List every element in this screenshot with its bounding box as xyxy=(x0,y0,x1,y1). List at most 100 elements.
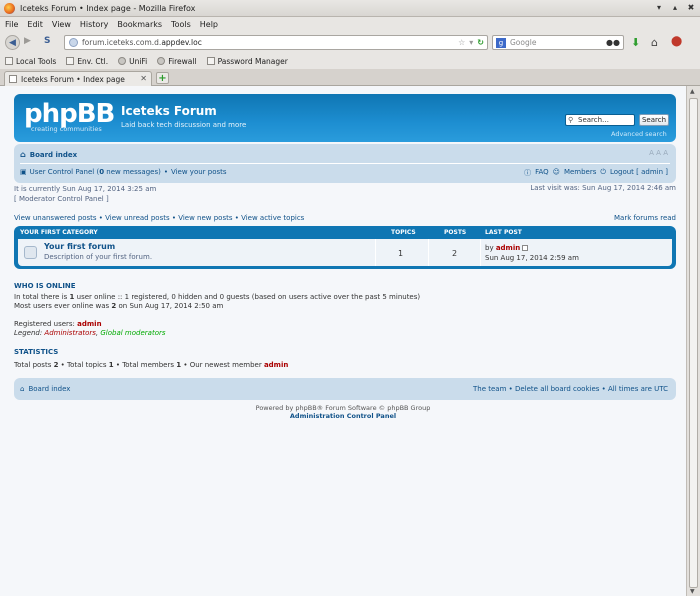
download-arrow-icon[interactable]: ⬇ xyxy=(631,36,640,49)
forward-button[interactable]: ▶ xyxy=(24,36,31,46)
minimize-icon[interactable]: ▾ xyxy=(654,3,664,12)
last-post-by: by xyxy=(485,244,496,252)
category-title[interactable]: YOUR FIRST CATEGORY xyxy=(20,229,98,236)
category-header: YOUR FIRST CATEGORY TOPICS POSTS LAST PO… xyxy=(14,226,676,238)
tab-iceteks-forum[interactable]: Iceteks Forum • Index page ✕ xyxy=(4,71,152,86)
view-latest-post-icon[interactable] xyxy=(522,245,529,251)
posts-column-header: POSTS xyxy=(444,229,467,236)
bookmark-password-manager[interactable]: Password Manager xyxy=(206,57,288,66)
administrators-link[interactable]: Administrators xyxy=(44,329,96,337)
menu-bar: File Edit View History Bookmarks Tools H… xyxy=(0,17,700,31)
abp-icon[interactable]: ⬤ xyxy=(671,36,682,47)
statistics-title: STATISTICS xyxy=(14,348,59,356)
ucp-link[interactable]: User Control Panel (0 new messages) xyxy=(30,168,161,176)
forum-description: Description of your first forum. xyxy=(44,253,153,261)
bookmark-firewall[interactable]: Firewall xyxy=(157,57,197,66)
footer-board-index-link[interactable]: Board index xyxy=(28,385,70,393)
search-button[interactable]: Search xyxy=(639,114,669,126)
font-size-control[interactable]: A A A xyxy=(649,149,668,157)
footer-links[interactable]: The team • Delete all board cookies • Al… xyxy=(473,385,668,393)
mark-forums-read-link[interactable]: Mark forums read xyxy=(614,214,676,222)
registered-user-link[interactable]: admin xyxy=(77,320,101,328)
stats-text: • Our newest member xyxy=(181,361,264,369)
logout-link[interactable]: Logout [ admin ] xyxy=(610,168,668,178)
menu-edit[interactable]: Edit xyxy=(27,20,43,29)
menu-view[interactable]: View xyxy=(52,20,71,29)
close-icon[interactable]: ✖ xyxy=(686,3,696,12)
url-bar[interactable]: forum.iceteks.com.d. appdev.loc ☆ ▾ ↻ xyxy=(64,35,488,50)
firewall-icon xyxy=(157,57,166,65)
breadcrumb: ⌂ Board index xyxy=(20,150,77,159)
search-engine-placeholder: Google xyxy=(510,38,537,47)
forum-name-link[interactable]: Your first forum xyxy=(44,242,115,251)
url-dropdown-icon[interactable]: ▾ xyxy=(469,38,473,47)
maximize-icon[interactable]: ▴ xyxy=(670,3,680,12)
firefox-logo-icon xyxy=(4,2,15,14)
menu-tools[interactable]: Tools xyxy=(171,20,191,29)
scroll-down-icon[interactable]: ▼ xyxy=(690,588,695,595)
forum-search-input[interactable]: ⚲ Search… xyxy=(565,114,635,126)
logo-tagline: creating communities xyxy=(31,125,102,133)
stumble-s-icon[interactable]: S xyxy=(44,36,57,48)
stats-text: • Total topics xyxy=(58,361,109,369)
bookmark-star-icon[interactable]: ☆ xyxy=(458,38,465,47)
vertical-scrollbar[interactable]: ▲ ▼ xyxy=(686,86,700,596)
newest-member-link[interactable]: admin xyxy=(264,361,288,369)
mcp-link[interactable]: [ Moderator Control Panel ] xyxy=(14,194,156,204)
menu-history[interactable]: History xyxy=(80,20,108,29)
scroll-up-icon[interactable]: ▲ xyxy=(690,88,695,95)
unifi-icon xyxy=(118,57,127,65)
tab-close-icon[interactable]: ✕ xyxy=(140,74,147,83)
bookmark-env-ctl[interactable]: Env. Ctl. xyxy=(66,57,108,66)
home-icon[interactable]: ⌂ xyxy=(651,36,658,49)
search-quicklinks[interactable]: View unanswered posts • View unread post… xyxy=(14,214,304,222)
record-text: Most users ever online was xyxy=(14,302,112,310)
google-engine-icon[interactable]: g xyxy=(496,37,506,48)
members-link[interactable]: Members xyxy=(564,168,596,178)
stats-text: • Total members xyxy=(113,361,177,369)
page-viewport: phpBB creating communities Iceteks Forum… xyxy=(0,86,686,596)
home-icon: ⌂ xyxy=(20,385,25,393)
binoculars-icon[interactable]: ●● xyxy=(606,38,620,47)
page-icon xyxy=(206,57,215,65)
current-time: It is currently Sun Aug 17, 2014 3:25 am xyxy=(14,185,157,193)
advanced-search-link[interactable]: Advanced search xyxy=(611,130,667,138)
acp-link[interactable]: Administration Control Panel xyxy=(0,412,686,420)
category-box: YOUR FIRST CATEGORY TOPICS POSTS LAST PO… xyxy=(14,226,676,269)
bookmark-unifi[interactable]: UniFi xyxy=(118,57,147,66)
folder-icon xyxy=(5,57,13,65)
topic-count: 1 xyxy=(398,249,404,258)
window-title: Iceteks Forum • Index page - Mozilla Fir… xyxy=(20,3,196,13)
bookmark-local-tools[interactable]: Local Tools xyxy=(5,57,56,66)
back-button[interactable]: ◀ xyxy=(5,35,20,50)
site-title: Iceteks Forum xyxy=(121,104,217,118)
menu-file[interactable]: File xyxy=(5,20,18,29)
faq-link[interactable]: FAQ xyxy=(535,168,549,178)
scroll-thumb[interactable] xyxy=(689,98,698,588)
new-tab-button[interactable]: + xyxy=(156,72,169,84)
menu-bookmarks[interactable]: Bookmarks xyxy=(117,20,162,29)
divider xyxy=(20,163,670,164)
powered-by: Powered by phpBB® Forum Software © phpBB… xyxy=(255,404,431,412)
reload-icon[interactable]: ↻ xyxy=(477,38,484,47)
ucp-icon: ▣ xyxy=(20,168,27,176)
last-post-author-link[interactable]: admin xyxy=(496,244,520,252)
url-host: appdev.loc xyxy=(161,38,202,47)
registered-label: Registered users: xyxy=(14,320,78,328)
web-search-field[interactable]: g Google ●● xyxy=(492,35,624,50)
global-moderators-link[interactable]: Global moderators xyxy=(100,329,165,337)
last-post-time: Sun Aug 17, 2014 2:59 am xyxy=(485,254,579,262)
bookmarks-toolbar: Local Tools Env. Ctl. UniFi Firewall Pas… xyxy=(0,53,700,69)
site-identity-icon[interactable] xyxy=(69,38,78,47)
window-titlebar: Iceteks Forum • Index page - Mozilla Fir… xyxy=(0,0,700,17)
who-is-online-title[interactable]: WHO IS ONLINE xyxy=(14,282,76,290)
menu-help[interactable]: Help xyxy=(200,20,218,29)
forum-row: Your first forum Description of your fir… xyxy=(18,239,672,266)
online-text: In total there is xyxy=(14,293,70,301)
online-stats: In total there is 1 user online :: 1 reg… xyxy=(14,293,420,311)
breadcrumb-board-index[interactable]: Board index xyxy=(30,151,77,159)
view-your-posts-link[interactable]: View your posts xyxy=(171,168,227,176)
tab-strip: Iceteks Forum • Index page ✕ + xyxy=(0,69,700,86)
search-input-value: Search… xyxy=(578,116,610,124)
record-text: on Sun Aug 17, 2014 2:50 am xyxy=(116,302,224,310)
